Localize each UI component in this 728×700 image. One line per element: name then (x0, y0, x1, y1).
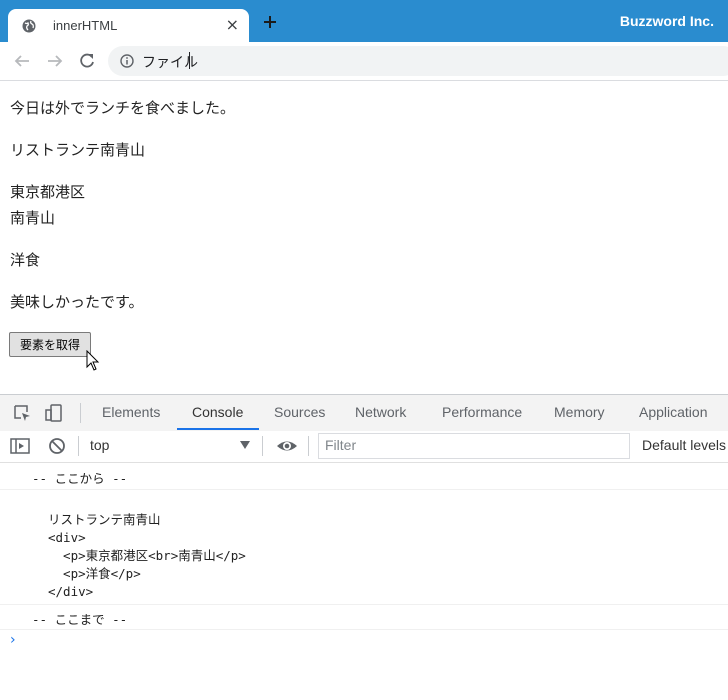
console-toolbar: top Filter Default levels (0, 431, 728, 463)
clear-console-icon[interactable] (47, 436, 67, 456)
tab-performance[interactable]: Performance (442, 404, 522, 420)
console-message: -- ここまで -- (0, 605, 728, 630)
title-bar: innerHTML × Buzzword Inc. (0, 0, 728, 42)
active-tab-indicator (177, 428, 259, 430)
restaurant-name: リストランテ南青山 (10, 141, 146, 159)
reload-icon[interactable] (78, 52, 96, 70)
log-start: -- ここから -- (32, 471, 128, 486)
mouse-cursor-icon (86, 350, 100, 371)
devtools-tabbar: Elements Console Sources Network Perform… (0, 394, 728, 432)
paragraph-lunch: 今日は外でランチを食べました。 (10, 99, 236, 117)
console-message: リストランテ南青山 <div> <p>東京都港区<br>南青山</p> <p>洋… (0, 490, 728, 605)
separator (78, 436, 79, 456)
tab-title: innerHTML (53, 18, 118, 33)
address-line-2: 南青山 (10, 209, 56, 227)
address-line-1: 東京都港区 (10, 183, 86, 201)
separator (308, 436, 309, 456)
log-body: リストランテ南青山 <div> <p>東京都港区<br>南青山</p> <p>洋… (48, 512, 246, 599)
chevron-down-icon[interactable] (240, 441, 250, 449)
inspect-element-icon[interactable] (12, 403, 32, 423)
log-levels-dropdown[interactable]: Default levels (642, 437, 726, 453)
browser-tab[interactable]: innerHTML × (8, 9, 249, 42)
console-message: -- ここから -- (0, 463, 728, 490)
separator (262, 436, 263, 456)
tab-console[interactable]: Console (192, 404, 243, 420)
tab-application[interactable]: Application (639, 404, 708, 420)
address-bar[interactable]: ファイル (108, 46, 728, 76)
cuisine-type: 洋食 (10, 251, 41, 269)
tab-memory[interactable]: Memory (554, 404, 605, 420)
context-selector[interactable]: top (90, 437, 109, 453)
sidebar-toggle-icon[interactable] (10, 436, 30, 456)
tab-close-button[interactable]: × (226, 15, 239, 35)
log-end: -- ここまで -- (32, 612, 128, 627)
eye-icon[interactable] (276, 436, 298, 456)
browser-toolbar: ファイル (0, 42, 728, 81)
tab-elements[interactable]: Elements (102, 404, 160, 420)
get-element-button[interactable]: 要素を取得 (9, 332, 91, 357)
separator (80, 403, 81, 423)
back-icon[interactable] (13, 52, 31, 70)
tab-sources[interactable]: Sources (274, 404, 325, 420)
review-text: 美味しかったです。 (10, 293, 144, 311)
tab-network[interactable]: Network (355, 404, 406, 420)
text-caret (189, 52, 190, 69)
info-icon[interactable] (120, 54, 134, 68)
new-tab-icon[interactable] (262, 14, 278, 30)
globe-icon (22, 19, 36, 33)
filter-input[interactable]: Filter (318, 433, 630, 459)
console-prompt[interactable]: › (10, 632, 16, 648)
brand-label: Buzzword Inc. (619, 13, 714, 29)
device-toolbar-icon[interactable] (44, 403, 64, 423)
forward-icon[interactable] (46, 52, 64, 70)
